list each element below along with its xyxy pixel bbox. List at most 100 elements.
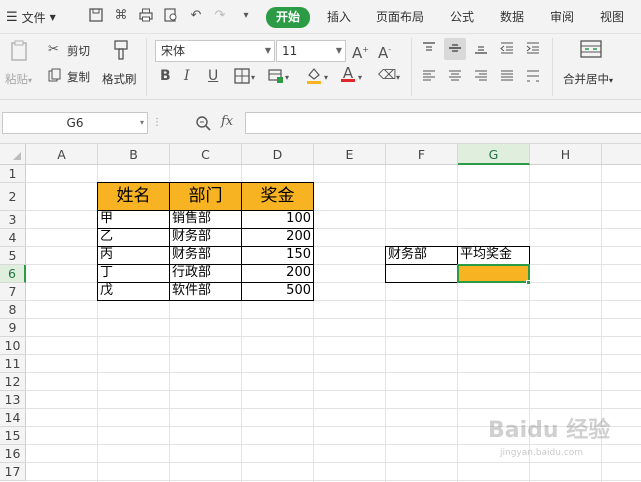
row-header-1[interactable]: 1 [0, 165, 26, 183]
column-header-f[interactable]: F [386, 144, 458, 165]
format-painter-button[interactable]: 格式刷 [102, 71, 137, 87]
select-all-corner[interactable] [0, 144, 26, 165]
tab-insert[interactable]: 插入 [322, 7, 356, 28]
chevron-down-icon[interactable]: ▾ [358, 70, 362, 86]
chevron-down-icon[interactable]: ▾ [285, 70, 289, 86]
underline-button[interactable]: U [208, 68, 218, 84]
tab-page-layout[interactable]: 页面布局 [372, 7, 428, 28]
insert-function-button[interactable]: fx [221, 114, 233, 130]
criteria-cell-f5[interactable]: 财务部 [385, 246, 458, 265]
copy-button[interactable]: 复制 [67, 69, 90, 85]
table-cell[interactable]: 软件部 [169, 282, 242, 301]
align-top-icon[interactable] [422, 41, 436, 60]
row-header-17[interactable]: 17 [0, 463, 26, 481]
column-header-h[interactable]: H [530, 144, 602, 165]
column-header-e[interactable]: E [314, 144, 386, 165]
row-header-5[interactable]: 5 [0, 247, 26, 265]
align-left-icon[interactable] [422, 69, 436, 88]
row-header-2[interactable]: 2 [0, 183, 26, 211]
table-cell[interactable]: 200 [241, 228, 314, 247]
fill-color-icon[interactable] [306, 66, 322, 89]
customize-icon[interactable]: ▾ [238, 8, 254, 24]
undo-icon[interactable]: ↶ [188, 8, 204, 24]
table-cell[interactable]: 乙 [97, 228, 170, 247]
redo-icon[interactable]: ↷ [212, 8, 228, 24]
print-preview-icon[interactable] [163, 8, 179, 24]
fill-handle[interactable] [526, 280, 531, 285]
tab-home[interactable]: 开始 [266, 7, 310, 28]
eraser-icon[interactable]: ⌫ [378, 68, 396, 84]
row-header-9[interactable]: 9 [0, 319, 26, 337]
column-header-g[interactable]: G [458, 144, 530, 165]
merge-center-button[interactable]: 合并居中▾ [563, 71, 613, 87]
row-header-3[interactable]: 3 [0, 211, 26, 229]
decrease-font-icon[interactable]: A- [378, 42, 391, 61]
row-header-14[interactable]: 14 [0, 409, 26, 427]
table-cell[interactable]: 财务部 [169, 246, 242, 265]
column-header-c[interactable]: C [170, 144, 242, 165]
table-cell[interactable]: 100 [241, 210, 314, 229]
row-header-16[interactable]: 16 [0, 445, 26, 463]
table-header-cell[interactable]: 部门 [169, 182, 242, 211]
row-header-4[interactable]: 4 [0, 229, 26, 247]
chevron-down-icon[interactable]: ▾ [396, 70, 400, 86]
indent-decrease-icon[interactable] [500, 41, 514, 60]
align-center-icon[interactable] [448, 69, 462, 88]
criteria-cell-f6[interactable] [385, 264, 458, 283]
column-header-a[interactable]: A [26, 144, 98, 165]
row-header-10[interactable]: 10 [0, 337, 26, 355]
tab-data[interactable]: 数据 [496, 7, 528, 28]
column-header-d[interactable]: D [242, 144, 314, 165]
table-cell[interactable]: 财务部 [169, 228, 242, 247]
justify-icon[interactable] [500, 69, 514, 88]
tab-formulas[interactable]: 公式 [446, 7, 478, 28]
distributed-align-icon[interactable] [526, 69, 540, 88]
table-cell[interactable]: 销售部 [169, 210, 242, 229]
italic-button[interactable]: I [184, 68, 190, 84]
row-header-7[interactable]: 7 [0, 283, 26, 301]
table-header-cell[interactable]: 姓名 [97, 182, 170, 211]
save-icon[interactable] [88, 8, 104, 24]
cell-style-icon[interactable] [268, 68, 284, 89]
chevron-down-icon[interactable]: ▾ [251, 70, 255, 86]
format-painter-quick-icon[interactable]: ⌘ [113, 8, 129, 24]
criteria-cell-g5[interactable]: 平均奖金 [457, 246, 530, 265]
table-cell[interactable]: 行政部 [169, 264, 242, 283]
table-cell[interactable]: 甲 [97, 210, 170, 229]
font-color-icon[interactable]: A [341, 65, 355, 82]
column-header-i[interactable] [602, 144, 641, 165]
table-header-cell[interactable]: 奖金 [241, 182, 314, 211]
formula-input[interactable] [245, 112, 641, 134]
active-cell-g6[interactable] [457, 264, 530, 283]
row-header-6[interactable]: 6 [0, 265, 26, 283]
zoom-formula-icon[interactable] [195, 115, 211, 136]
row-header-15[interactable]: 15 [0, 427, 26, 445]
align-right-icon[interactable] [474, 69, 488, 88]
row-header-12[interactable]: 12 [0, 373, 26, 391]
table-cell[interactable]: 500 [241, 282, 314, 301]
row-header-8[interactable]: 8 [0, 301, 26, 319]
row-header-13[interactable]: 13 [0, 391, 26, 409]
font-name-select[interactable]: 宋体 ▼ [155, 40, 275, 62]
borders-icon[interactable] [234, 68, 250, 89]
column-header-b[interactable]: B [98, 144, 170, 165]
tab-view[interactable]: 视图 [596, 7, 628, 28]
table-cell[interactable]: 150 [241, 246, 314, 265]
cut-button[interactable]: 剪切 [67, 43, 90, 59]
row-header-11[interactable]: 11 [0, 355, 26, 373]
print-icon[interactable] [138, 8, 154, 24]
file-menu-button[interactable]: ☰ 文件 ▼ [6, 0, 56, 34]
increase-font-icon[interactable]: A+ [352, 42, 369, 61]
name-box[interactable]: G6 ▾ [2, 112, 148, 134]
table-cell[interactable]: 200 [241, 264, 314, 283]
table-cell[interactable]: 丁 [97, 264, 170, 283]
tab-review[interactable]: 审阅 [546, 7, 578, 28]
indent-increase-icon[interactable] [526, 41, 540, 60]
bold-button[interactable]: B [160, 68, 171, 84]
spreadsheet-grid[interactable]: A B C D E F G H 1 2 3 4 5 6 7 8 9 10 11 … [0, 144, 641, 482]
paste-button[interactable]: 粘贴▾ [5, 71, 32, 87]
align-bottom-icon[interactable] [474, 41, 488, 60]
splitter-dots[interactable]: ⋮ [152, 112, 162, 134]
table-cell[interactable]: 戊 [97, 282, 170, 301]
chevron-down-icon[interactable]: ▾ [324, 70, 328, 86]
